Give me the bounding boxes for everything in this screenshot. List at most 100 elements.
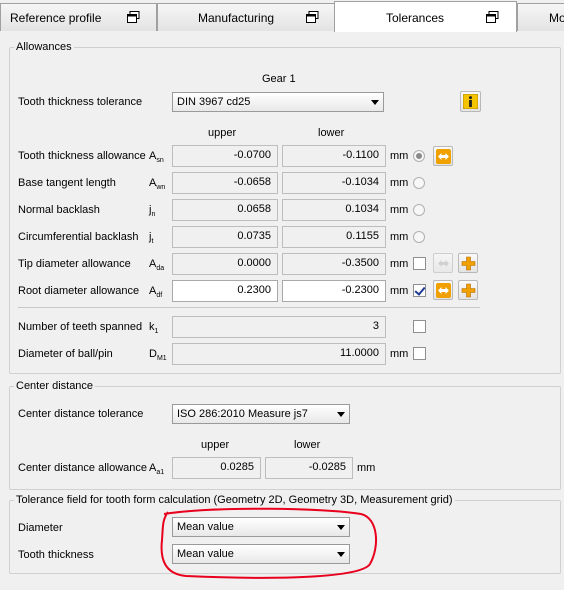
column-lower-header: lower [318, 127, 345, 139]
symbol-sub: n [151, 211, 156, 219]
column-lower-header: lower [294, 439, 321, 451]
column-upper-header: upper [208, 127, 237, 139]
row-symbol: Asn [149, 149, 164, 168]
tooth-thickness-label: Tooth thickness [18, 549, 94, 561]
center-distance-legend: Center distance [16, 380, 94, 392]
circumferential-backlash-radio[interactable] [413, 231, 425, 243]
row-label: Normal backlash [18, 204, 100, 216]
center-distance-lower-field: -0.0285 [265, 457, 353, 479]
row-symbol: jt [149, 230, 153, 249]
center-distance-allowance-label: Center distance allowance [18, 462, 148, 474]
base-tangent-upper-field: -0.0658 [172, 172, 278, 194]
tab-reference-profile[interactable]: Reference profile [0, 3, 157, 31]
popout-icon[interactable] [306, 11, 319, 23]
tab-label: Reference profile [10, 11, 102, 25]
tab-label: Mo [549, 11, 564, 25]
symbol-sub: df [156, 292, 163, 300]
symbol-sub: da [156, 265, 165, 273]
swap-arrows-icon [436, 283, 451, 298]
swap-arrows-icon [436, 149, 451, 164]
symbol-sub: M1 [156, 355, 167, 363]
teeth-spanned-label: Number of teeth spanned [18, 321, 143, 333]
plus-icon [461, 283, 476, 298]
tab-label: Tolerances [386, 11, 445, 25]
tip-diameter-upper-field: 0.0000 [172, 253, 278, 275]
add-button[interactable] [458, 280, 478, 300]
row-symbol: Awn [149, 176, 165, 195]
select-value: DIN 3967 cd25 [177, 96, 251, 108]
tooth-thickness-upper-field: -0.0700 [172, 145, 278, 167]
root-diameter-lower-input[interactable]: -0.2300 [282, 280, 386, 302]
tooth-thickness-radio[interactable] [413, 150, 425, 162]
unit-label: mm [390, 204, 409, 216]
row-symbol: DM1 [149, 347, 167, 366]
tooth-thickness-tolerance-select[interactable]: DIN 3967 cd25 [172, 92, 384, 112]
chevron-down-icon [371, 100, 379, 105]
plus-icon [461, 256, 476, 271]
tab-tolerances[interactable]: Tolerances [334, 1, 517, 32]
row-label: Root diameter allowance [18, 285, 140, 297]
circumferential-backlash-upper-field: 0.0735 [172, 226, 278, 248]
column-upper-header: upper [201, 439, 230, 451]
tip-diameter-lower-field: -0.3500 [282, 253, 386, 275]
tolerance-field-legend: Tolerance field for tooth form calculati… [16, 494, 453, 506]
ball-pin-field: 11.0000 [172, 343, 386, 365]
row-symbol: Aa1 [149, 461, 164, 480]
diameter-label: Diameter [18, 522, 63, 534]
base-tangent-radio[interactable] [413, 177, 425, 189]
normal-backlash-upper-field: 0.0658 [172, 199, 278, 221]
tip-diameter-checkbox[interactable] [413, 257, 426, 270]
unit-label: mm [390, 285, 409, 297]
normal-backlash-lower-field: 0.1034 [282, 199, 386, 221]
row-label: Tip diameter allowance [18, 258, 131, 270]
convert-button[interactable] [433, 146, 453, 166]
info-icon [463, 94, 478, 109]
gear-header: Gear 1 [262, 73, 296, 85]
ball-pin-label: Diameter of ball/pin [18, 348, 113, 360]
symbol-sub: t [151, 238, 154, 246]
symbol-sub: a1 [156, 469, 165, 477]
ball-pin-checkbox[interactable] [413, 347, 426, 360]
center-distance-tolerance-select[interactable]: ISO 286:2010 Measure js7 [172, 404, 350, 424]
unit-label: mm [390, 150, 409, 162]
popout-icon[interactable] [486, 11, 499, 23]
tab-manufacturing[interactable]: Manufacturing [157, 3, 335, 31]
tab-more[interactable]: Mo [517, 3, 564, 31]
symbol: D [149, 348, 157, 360]
swap-arrows-icon [438, 260, 449, 267]
row-label: Circumferential backlash [18, 231, 139, 243]
row-symbol: k1 [149, 320, 158, 339]
symbol-sub: sn [156, 157, 164, 165]
info-button[interactable] [460, 91, 481, 112]
root-diameter-checkbox[interactable] [413, 284, 426, 297]
tooth-thickness-tolerance-label: Tooth thickness tolerance [18, 96, 143, 108]
center-distance-upper-field: 0.0285 [172, 457, 261, 479]
teeth-spanned-checkbox[interactable] [413, 320, 426, 333]
root-diameter-upper-input[interactable]: 0.2300 [172, 280, 278, 302]
teeth-spanned-field: 3 [172, 316, 386, 338]
normal-backlash-radio[interactable] [413, 204, 425, 216]
unit-label: mm [390, 258, 409, 270]
row-symbol: jn [149, 203, 155, 222]
unit-label: mm [390, 348, 409, 360]
add-button[interactable] [458, 253, 478, 273]
allowances-legend: Allowances [16, 41, 72, 53]
symbol-sub: 1 [154, 328, 159, 336]
annotation-highlight-ellipse [160, 507, 377, 579]
row-symbol: Ada [149, 257, 164, 276]
unit-label: mm [390, 231, 409, 243]
row-label: Base tangent length [18, 177, 116, 189]
tab-bar: Reference profile Manufacturing Toleranc… [0, 0, 564, 32]
center-distance-tolerance-label: Center distance tolerance [18, 408, 144, 420]
select-value: ISO 286:2010 Measure js7 [177, 408, 308, 420]
row-symbol: Adf [149, 284, 162, 303]
convert-button-disabled[interactable] [433, 253, 453, 273]
unit-label: mm [357, 462, 376, 474]
convert-button[interactable] [433, 280, 453, 300]
circumferential-backlash-lower-field: 0.1155 [282, 226, 386, 248]
base-tangent-lower-field: -0.1034 [282, 172, 386, 194]
row-label: Tooth thickness allowance [18, 150, 146, 162]
tooth-thickness-lower-field: -0.1100 [282, 145, 386, 167]
chevron-down-icon [337, 412, 345, 417]
popout-icon[interactable] [127, 11, 140, 23]
